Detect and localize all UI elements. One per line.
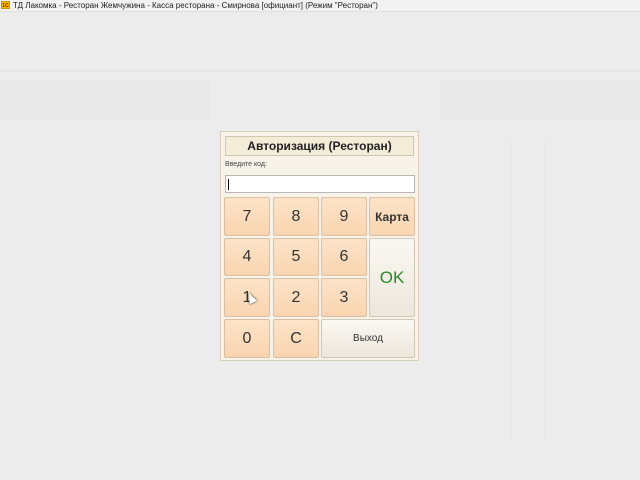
dialog-title: Авторизация (Ресторан) <box>225 136 414 156</box>
text-caret <box>228 179 229 190</box>
window-title: ТД Лакомка - Ресторан Жемчужина - Касса … <box>13 1 378 10</box>
key-0[interactable]: 0 <box>224 319 270 358</box>
key-4[interactable]: 4 <box>224 238 270 276</box>
key-7[interactable]: 7 <box>224 197 270 236</box>
key-8[interactable]: 8 <box>273 197 319 236</box>
background-panel <box>0 80 210 120</box>
code-input[interactable] <box>225 175 415 193</box>
background-panel <box>545 140 546 440</box>
key-6[interactable]: 6 <box>321 238 367 276</box>
clear-button[interactable]: C <box>273 319 319 358</box>
background-panel <box>0 70 640 72</box>
card-button[interactable]: Карта <box>369 197 415 236</box>
background-panel <box>510 140 511 440</box>
ok-button[interactable]: OK <box>369 238 415 317</box>
window-titlebar: 1C ТД Лакомка - Ресторан Жемчужина - Касс… <box>0 0 640 12</box>
code-label: Введите код: <box>225 161 267 168</box>
key-9[interactable]: 9 <box>321 197 367 236</box>
app-icon: 1C <box>1 1 10 9</box>
background-panel <box>440 80 640 120</box>
key-3[interactable]: 3 <box>321 278 367 317</box>
exit-button[interactable]: Выход <box>321 319 415 358</box>
key-2[interactable]: 2 <box>273 278 319 317</box>
key-5[interactable]: 5 <box>273 238 319 276</box>
auth-dialog: Авторизация (Ресторан) Введите код: 7 8 … <box>220 131 419 361</box>
